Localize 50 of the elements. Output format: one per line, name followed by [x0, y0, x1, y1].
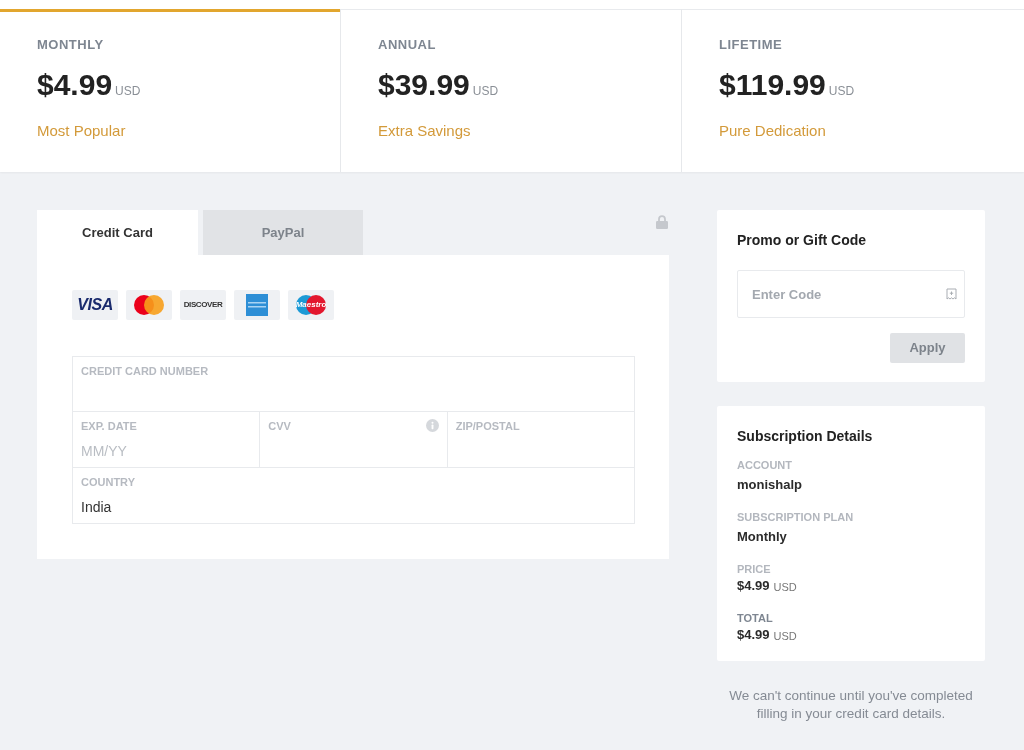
payment-tab[interactable]: PayPal: [203, 210, 363, 255]
detail-label: SUBSCRIPTION PLAN: [737, 510, 854, 524]
card-brand-logo: VISA: [72, 290, 118, 320]
currency-label: USD: [773, 580, 797, 594]
plan-tagline: Pure Dedication: [719, 122, 826, 140]
detail-value: monishalp: [737, 477, 802, 493]
detail-label: PRICE: [737, 562, 771, 576]
field-value: India: [81, 498, 112, 516]
detail-value: Monthly: [737, 529, 787, 545]
detail-value: $4.99: [737, 578, 770, 594]
detail-label: TOTAL: [737, 611, 773, 625]
card-brand-logo: DISCOVER: [180, 290, 226, 320]
plan-name: ANNUAL: [378, 37, 436, 53]
info-icon[interactable]: [425, 419, 439, 432]
field-placeholder: MM/YY: [81, 442, 127, 460]
plan-tagline: Extra Savings: [378, 122, 471, 140]
currency-label: USD: [773, 629, 797, 643]
plan-tagline: Most Popular: [37, 122, 126, 140]
currency-label: USD: [828, 84, 855, 98]
form-field[interactable]: EXP. DATE MM/YY: [73, 411, 260, 467]
card-title: Subscription Details: [737, 427, 873, 445]
field-label: EXP. DATE: [81, 419, 137, 433]
plan-option[interactable]: MONTHLY $4.99 USD Most Popular: [0, 9, 341, 172]
field-label: CVV: [268, 419, 291, 433]
field-label: CREDIT CARD NUMBER: [81, 364, 209, 378]
detail-value: $4.99: [737, 627, 770, 643]
card-title: Promo or Gift Code: [737, 231, 867, 249]
plan-option[interactable]: ANNUAL $39.99 USD Extra Savings: [341, 9, 682, 172]
lock-icon: [656, 215, 668, 229]
field-label: ZIP/POSTAL: [455, 419, 520, 433]
currency-label: USD: [115, 84, 141, 98]
plan-price: $39.99: [378, 67, 470, 103]
form-field[interactable]: ZIP/POSTAL: [446, 411, 634, 467]
card-brand-icon: [234, 290, 280, 320]
plan-option[interactable]: LIFETIME $119.99 USD Pure Dedication: [682, 9, 1024, 172]
form-field[interactable]: CVV: [259, 411, 447, 467]
detail-label: ACCOUNT: [737, 458, 792, 472]
plan-name: LIFETIME: [719, 37, 783, 53]
gift-card-icon[interactable]: [946, 288, 957, 300]
payment-tab[interactable]: Credit Card: [37, 210, 198, 255]
card-brand-icon: [126, 290, 172, 320]
notice-text: We can't continue until you've completed filling in your credit card details.: [728, 687, 974, 723]
code-input[interactable]: Enter Code: [737, 270, 965, 318]
form-field[interactable]: CREDIT CARD NUMBER: [73, 357, 634, 411]
form-field[interactable]: COUNTRY India: [73, 467, 634, 523]
field-label: COUNTRY: [81, 475, 135, 489]
plan-price: $119.99: [719, 67, 826, 103]
plan-name: MONTHLY: [37, 37, 104, 53]
currency-label: USD: [472, 84, 499, 98]
plan-price: $4.99: [37, 67, 113, 103]
